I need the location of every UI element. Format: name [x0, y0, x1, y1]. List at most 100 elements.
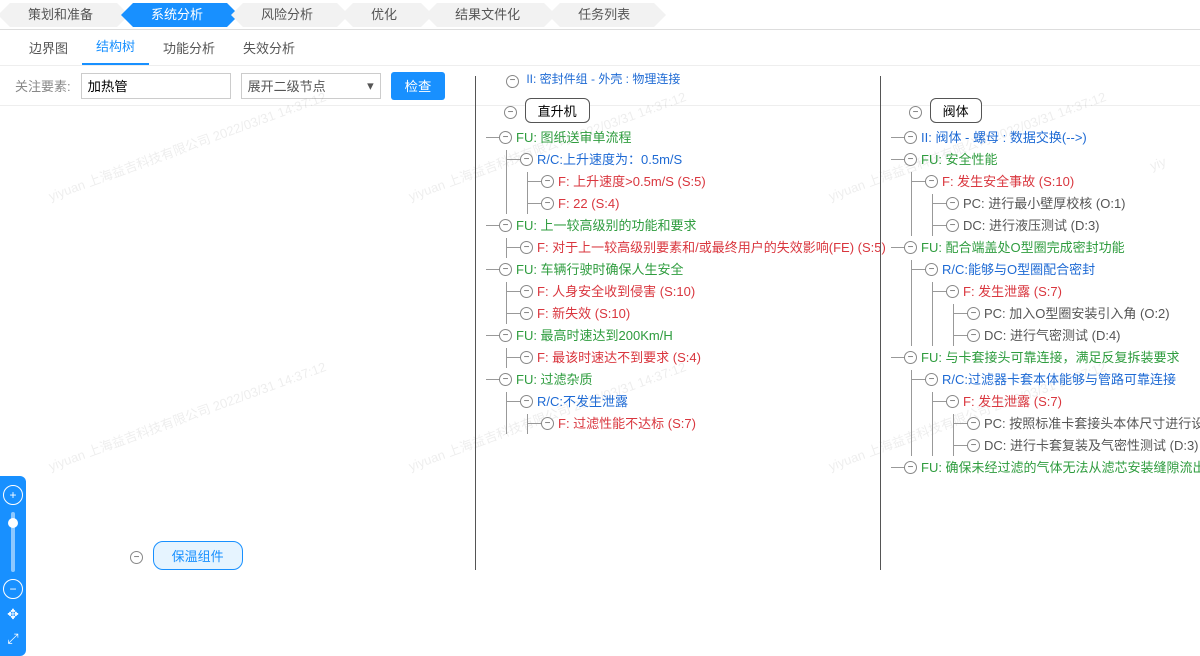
- collapse-icon[interactable]: −: [520, 351, 533, 364]
- collapse-icon[interactable]: −: [541, 417, 554, 430]
- step-risk[interactable]: 风险分析: [243, 3, 337, 27]
- node-label: F: 新失效 (S:10): [527, 304, 630, 324]
- collapse-icon[interactable]: −: [967, 417, 980, 430]
- collapse-icon[interactable]: −: [904, 351, 917, 364]
- tree-node-fu[interactable]: −FU: 车辆行驶时确保人生安全: [486, 260, 880, 280]
- children: −F: 过滤性能不达标 (S:7): [527, 414, 880, 434]
- structure-canvas[interactable]: yiyuan 上海益吉科技有限公司 2022/03/31 14:37:12 yi…: [0, 106, 1200, 570]
- step-doc[interactable]: 结果文件化: [437, 3, 544, 27]
- collapse-icon[interactable]: −: [967, 329, 980, 342]
- tree-node-dc[interactable]: −DC: 进行液压测试 (D:3): [933, 216, 1200, 236]
- node-label: II: 阀体 - 螺母 : 数据交换(-->): [911, 128, 1087, 148]
- tab-structure[interactable]: 结构树: [82, 28, 149, 65]
- collapse-icon[interactable]: −: [504, 106, 517, 119]
- tree-node-dc[interactable]: −DC: 进行气密测试 (D:4): [954, 326, 1200, 346]
- collapse-icon[interactable]: −: [946, 395, 959, 408]
- expand-level-select[interactable]: 展开二级节点 ▾: [241, 73, 381, 99]
- check-button[interactable]: 检查: [391, 72, 446, 100]
- collapse-icon[interactable]: −: [499, 131, 512, 144]
- tree-node-fu[interactable]: −FU: 上一较高级别的功能和要求: [486, 216, 880, 236]
- collapse-icon[interactable]: −: [904, 131, 917, 144]
- fit-button[interactable]: ⤢: [4, 629, 22, 647]
- collapse-icon[interactable]: −: [946, 219, 959, 232]
- tree-node-rc[interactable]: −R/C:过滤器卡套本体能够与管路可靠连接: [912, 370, 1200, 390]
- tree-node-fu[interactable]: −FU: 与卡套接头可靠连接，满足反复拆装要求: [891, 348, 1200, 368]
- tree-node-ii[interactable]: −II: 阀体 - 螺母 : 数据交换(-->): [891, 128, 1200, 148]
- tree-node-fu[interactable]: −FU: 配合端盖处O型圈完成密封功能: [891, 238, 1200, 258]
- collapse-icon[interactable]: −: [520, 241, 533, 254]
- node-label: F: 对于上一较高级别要素和/或最终用户的失效影响(FE) (S:5): [527, 238, 886, 258]
- node-helicopter[interactable]: 直升机: [525, 98, 590, 123]
- collapse-icon[interactable]: −: [967, 307, 980, 320]
- pan-button[interactable]: ✥: [4, 605, 22, 623]
- collapse-icon[interactable]: −: [925, 175, 938, 188]
- collapse-icon[interactable]: −: [946, 197, 959, 210]
- collapse-icon[interactable]: −: [904, 153, 917, 166]
- tree-node-fu[interactable]: −FU: 最高时速达到200Km/H: [486, 326, 880, 346]
- collapse-icon[interactable]: −: [541, 175, 554, 188]
- children: −R/C:过滤器卡套本体能够与管路可靠连接−F: 发生泄露 (S:7)−PC: …: [911, 370, 1200, 456]
- collapse-icon[interactable]: −: [499, 373, 512, 386]
- collapse-icon[interactable]: −: [909, 106, 922, 119]
- node-label: F: 上升速度>0.5m/S (S:5): [548, 172, 706, 192]
- tree-node-f[interactable]: −F: 对于上一较高级别要素和/或最终用户的失效影响(FE) (S:5): [507, 238, 880, 258]
- tree-node-fu[interactable]: −FU: 图纸送审单流程: [486, 128, 880, 148]
- tree-node-rc[interactable]: −R/C:能够与O型圈配合密封: [912, 260, 1200, 280]
- node-label: FU: 最高时速达到200Km/H: [506, 326, 673, 346]
- collapse-icon[interactable]: −: [946, 285, 959, 298]
- collapse-icon[interactable]: −: [925, 373, 938, 386]
- tree-node-f[interactable]: −F: 过滤性能不达标 (S:7): [528, 414, 880, 434]
- tree-node-dc[interactable]: −DC: 进行卡套复装及气密性测试 (D:3): [954, 436, 1200, 456]
- collapse-icon[interactable]: −: [520, 307, 533, 320]
- node-label: FU: 车辆行驶时确保人生安全: [506, 260, 684, 280]
- collapse-icon[interactable]: −: [130, 551, 143, 564]
- tree-node-fu[interactable]: −FU: 安全性能: [891, 150, 1200, 170]
- column-valve: − 阀体 −II: 阀体 - 螺母 : 数据交换(-->)−FU: 安全性能−F…: [880, 76, 1200, 570]
- tree-node-pc[interactable]: −PC: 进行最小壁厚校核 (O:1): [933, 194, 1200, 214]
- collapse-icon[interactable]: −: [520, 285, 533, 298]
- collapse-icon[interactable]: −: [904, 241, 917, 254]
- tree-node-f[interactable]: −F: 发生泄露 (S:7): [933, 392, 1200, 412]
- tab-function[interactable]: 功能分析: [149, 30, 229, 65]
- step-opt[interactable]: 优化: [353, 3, 421, 27]
- collapse-icon[interactable]: −: [499, 219, 512, 232]
- tree-node-f[interactable]: −F: 上升速度>0.5m/S (S:5): [528, 172, 880, 192]
- tree-node-pc[interactable]: −PC: 加入O型圈安装引入角 (O:2): [954, 304, 1200, 324]
- collapse-icon[interactable]: −: [499, 263, 512, 276]
- filter-label: 关注要素:: [15, 76, 71, 95]
- tree-node-f[interactable]: −F: 新失效 (S:10): [507, 304, 880, 324]
- tree-node-pc[interactable]: −PC: 按照标准卡套接头本体尺寸进行设计 (O:: [954, 414, 1200, 434]
- zoom-slider[interactable]: [11, 512, 15, 572]
- collapse-icon[interactable]: −: [967, 439, 980, 452]
- zoom-thumb[interactable]: [8, 518, 18, 528]
- step-system[interactable]: 系统分析: [133, 3, 227, 27]
- collapse-icon[interactable]: −: [904, 461, 917, 474]
- collapse-icon[interactable]: −: [506, 75, 519, 88]
- tree-node-f[interactable]: −F: 22 (S:4): [528, 194, 880, 214]
- zoom-in-button[interactable]: +: [3, 485, 23, 505]
- tree-node-fu[interactable]: −FU: 过滤杂质: [486, 370, 880, 390]
- zoom-out-button[interactable]: −: [3, 579, 23, 599]
- tab-failure[interactable]: 失效分析: [229, 30, 309, 65]
- tree-node-rc[interactable]: −R/C:不发生泄露: [507, 392, 880, 412]
- tree-node-rc[interactable]: −R/C:上升速度为：0.5m/S: [507, 150, 880, 170]
- children: −R/C:能够与O型圈配合密封−F: 发生泄露 (S:7)−PC: 加入O型圈安…: [911, 260, 1200, 346]
- collapse-icon[interactable]: −: [520, 395, 533, 408]
- step-plan[interactable]: 策划和准备: [10, 3, 117, 27]
- tree-node-fu[interactable]: −FU: 确保未经过滤的气体无法从滤芯安装缝隙流出: [891, 458, 1200, 478]
- tree-node-f[interactable]: −F: 人身安全收到侵害 (S:10): [507, 282, 880, 302]
- collapse-icon[interactable]: −: [499, 329, 512, 342]
- tree-node-f[interactable]: −F: 发生安全事故 (S:10): [912, 172, 1200, 192]
- step-tasks[interactable]: 任务列表: [560, 3, 654, 27]
- tree-node-f[interactable]: −F: 最该时速达不到要求 (S:4): [507, 348, 880, 368]
- tree-node-f[interactable]: −F: 发生泄露 (S:7): [933, 282, 1200, 302]
- children: −R/C:上升速度为：0.5m/S−F: 上升速度>0.5m/S (S:5)−F…: [506, 150, 880, 214]
- tab-boundary[interactable]: 边界图: [15, 30, 82, 65]
- collapse-icon[interactable]: −: [520, 153, 533, 166]
- node-label: F: 最该时速达不到要求 (S:4): [527, 348, 701, 368]
- collapse-icon[interactable]: −: [925, 263, 938, 276]
- root-node[interactable]: 保温组件: [153, 541, 243, 570]
- collapse-icon[interactable]: −: [541, 197, 554, 210]
- focus-element-input[interactable]: [81, 73, 231, 99]
- node-valve[interactable]: 阀体: [930, 98, 982, 123]
